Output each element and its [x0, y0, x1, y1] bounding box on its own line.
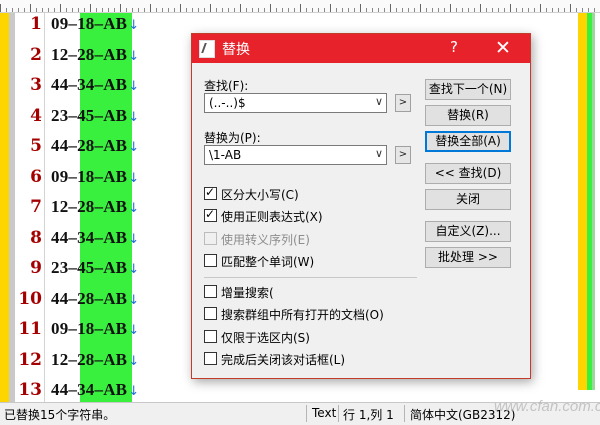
checkbox-box[interactable] [204, 330, 217, 343]
line-text[interactable]: 09–18–AB↓ [51, 167, 139, 187]
line-number: 10 [18, 288, 42, 309]
line-number: 11 [18, 319, 42, 339]
line-end-icon: ↓ [128, 201, 140, 216]
checkbox-label[interactable]: 区分大小写(C) [221, 186, 299, 203]
line-text[interactable]: 44–28–AB↓ [51, 136, 139, 156]
checkbox-label[interactable]: 匹配整个单词(W) [221, 253, 314, 270]
app-icon [199, 40, 215, 58]
line-end-icon: ↓ [128, 262, 140, 277]
checkbox-label[interactable]: 搜索群组中所有打开的文档(O) [221, 306, 384, 323]
replace-regex-helper-button[interactable]: > [395, 146, 411, 164]
line-number: 4 [30, 105, 42, 126]
line-text[interactable]: 12–28–AB↓ [51, 45, 139, 65]
status-divider [404, 405, 405, 422]
line-number: 5 [30, 136, 42, 156]
line-text[interactable]: 44–34–AB↓ [51, 75, 139, 95]
line-end-icon: ↓ [128, 109, 140, 125]
line-text[interactable]: 23–45–AB↓ [51, 258, 139, 278]
line-text[interactable]: 23–45–AB↓ [51, 106, 139, 126]
line-end-icon: ↓ [128, 18, 140, 33]
replace-dialog[interactable]: 替换 ? ✕ 查找(F): (..-..)$ ∨ > 替换为(P): \1-AB… [191, 33, 531, 379]
chevron-down-icon[interactable]: ∨ [375, 147, 383, 160]
line-end-icon: ↓ [128, 353, 140, 369]
status-position[interactable]: 行 1,列 1 [343, 406, 394, 423]
line-number: 7 [30, 197, 42, 217]
checkbox-box[interactable] [204, 285, 217, 298]
status-divider [306, 405, 307, 422]
line-end-icon: ↓ [128, 170, 140, 186]
checkbox-label[interactable]: 完成后关闭该对话框(L) [221, 351, 345, 368]
find-input-value[interactable]: (..-..)$ [209, 96, 246, 110]
line-end-icon: ↓ [128, 231, 140, 247]
line-end-icon: ↓ [128, 292, 140, 308]
line-number: 8 [30, 227, 42, 248]
status-message: 已替换15个字符串。 [4, 408, 116, 422]
right-thin-bar [592, 13, 595, 390]
watermark: www.cfan.com.cn [494, 398, 600, 415]
checkbox-box[interactable] [204, 207, 217, 222]
ruler-major-ticks [0, 0, 600, 12]
line-text[interactable]: 12–28–AB↓ [51, 197, 139, 217]
line-text[interactable]: 09–18–AB↓ [51, 14, 139, 34]
close-button[interactable]: 关闭 [425, 189, 511, 210]
line-number: 13 [18, 380, 42, 400]
line-number: 2 [30, 44, 42, 65]
checkbox-box[interactable] [204, 185, 217, 200]
line-number: 1 [30, 14, 42, 34]
find-previous-button[interactable]: << 查找(D) [425, 163, 511, 184]
replace-button[interactable]: 替换(R) [425, 105, 511, 126]
line-number: 3 [30, 75, 42, 95]
close-icon[interactable]: ✕ [488, 36, 518, 60]
checkbox-label: 使用转义序列(E) [221, 233, 310, 247]
line-text[interactable]: 12–28–AB↓ [51, 350, 139, 370]
checkbox-label[interactable]: 仅限于选区内(S) [221, 329, 310, 346]
chevron-down-icon[interactable]: ∨ [375, 95, 383, 108]
line-end-icon: ↓ [128, 140, 140, 155]
help-button[interactable]: ? [450, 38, 458, 56]
checkbox-box[interactable] [204, 352, 217, 365]
line-number: 9 [30, 258, 42, 278]
batch-button[interactable]: 批处理 >> [425, 247, 511, 268]
replace-input-value[interactable]: \1-AB [209, 148, 241, 162]
checkbox-box[interactable] [204, 307, 217, 320]
find-input[interactable]: (..-..)$ ∨ [204, 93, 387, 113]
line-text[interactable]: 44–34–AB↓ [51, 228, 139, 248]
line-text[interactable]: 44–28–AB↓ [51, 289, 139, 309]
replace-all-button[interactable]: 替换全部(A) [425, 131, 511, 152]
replace-label: 替换为(P): [204, 131, 261, 145]
checkbox-box [204, 232, 217, 245]
dialog-title: 替换 [222, 42, 250, 58]
dialog-titlebar[interactable]: 替换 ? ✕ [192, 34, 530, 63]
status-divider [338, 405, 339, 422]
checkbox-label[interactable]: 增量搜索( [221, 284, 274, 301]
line-text[interactable]: 44–34–AB↓ [51, 380, 139, 400]
line-end-icon: ↓ [128, 48, 140, 64]
find-regex-helper-button[interactable]: > [395, 94, 411, 112]
line-number: 12 [18, 349, 42, 370]
line-number: 6 [30, 166, 42, 187]
checkbox-label[interactable]: 使用正则表达式(X) [221, 208, 323, 225]
line-end-icon: ↓ [128, 79, 140, 94]
checkbox-box[interactable] [204, 254, 217, 267]
customize-button[interactable]: 自定义(Z)... [425, 221, 511, 242]
find-next-button[interactable]: 查找下一个(N) [425, 79, 511, 100]
line-end-icon: ↓ [128, 323, 140, 338]
editor-line[interactable]: 13 44–34–AB↓ [0, 379, 580, 402]
find-label: 查找(F): [204, 79, 249, 93]
options-divider [204, 277, 417, 278]
replace-input[interactable]: \1-AB ∨ [204, 145, 387, 165]
status-mode[interactable]: Text [312, 406, 336, 420]
line-end-icon: ↓ [128, 384, 140, 399]
line-text[interactable]: 09–18–AB↓ [51, 319, 139, 339]
